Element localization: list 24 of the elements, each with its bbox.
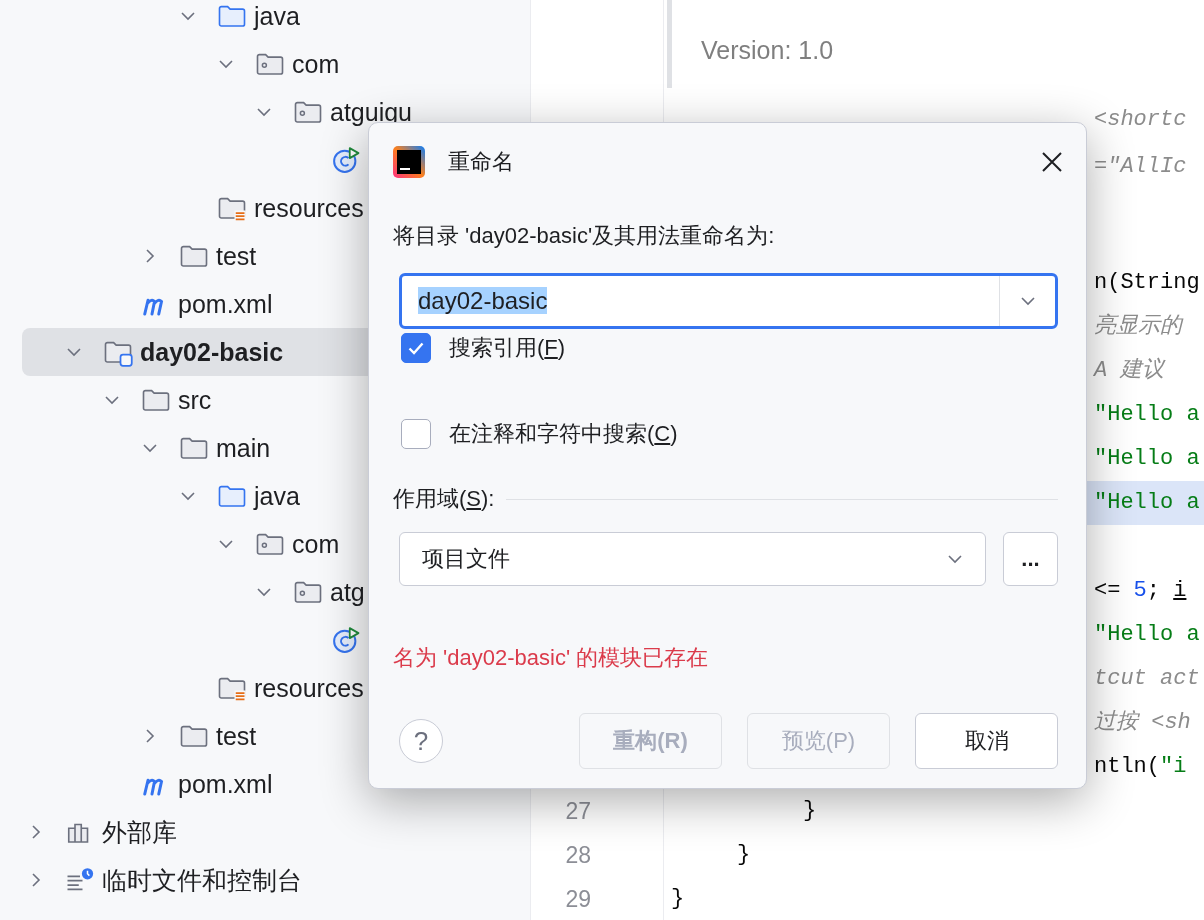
code-line: A 建议 — [1094, 358, 1165, 383]
code-line: "Hello a — [1094, 622, 1200, 647]
code-line: 过按 <sh — [1094, 710, 1191, 735]
code-line: <shortc — [1094, 107, 1187, 132]
code-line: } — [671, 886, 685, 911]
code-line: tcut act — [1094, 666, 1200, 691]
scope-label: 作用域(S): — [393, 485, 495, 513]
code-line: 亮显示的 — [1094, 314, 1182, 339]
code-line: "Hello a — [1094, 490, 1200, 515]
code-line: } — [736, 842, 751, 867]
code-line: n(String — [1094, 270, 1200, 295]
line-number: 27 — [565, 798, 591, 824]
dialog-title: 重命名 — [448, 148, 515, 176]
code-line: <= 5; i — [1094, 578, 1187, 603]
code-line: "Hello a — [1094, 446, 1200, 471]
error-message: 名为 'day02-basic' 的模块已存在 — [393, 644, 710, 672]
doc-text: Version: 1.0 — [701, 35, 834, 66]
line-number: 28 — [565, 842, 591, 868]
prompt-text: 将目录 'day02-basic'及其用法重命名为: — [393, 222, 776, 250]
line-number: 29 — [565, 886, 591, 912]
code-line: ="AllIc — [1094, 154, 1187, 179]
code-line: "Hello a — [1094, 402, 1200, 427]
code-line: ntln("i — [1094, 754, 1187, 779]
code-line: } — [802, 798, 817, 823]
